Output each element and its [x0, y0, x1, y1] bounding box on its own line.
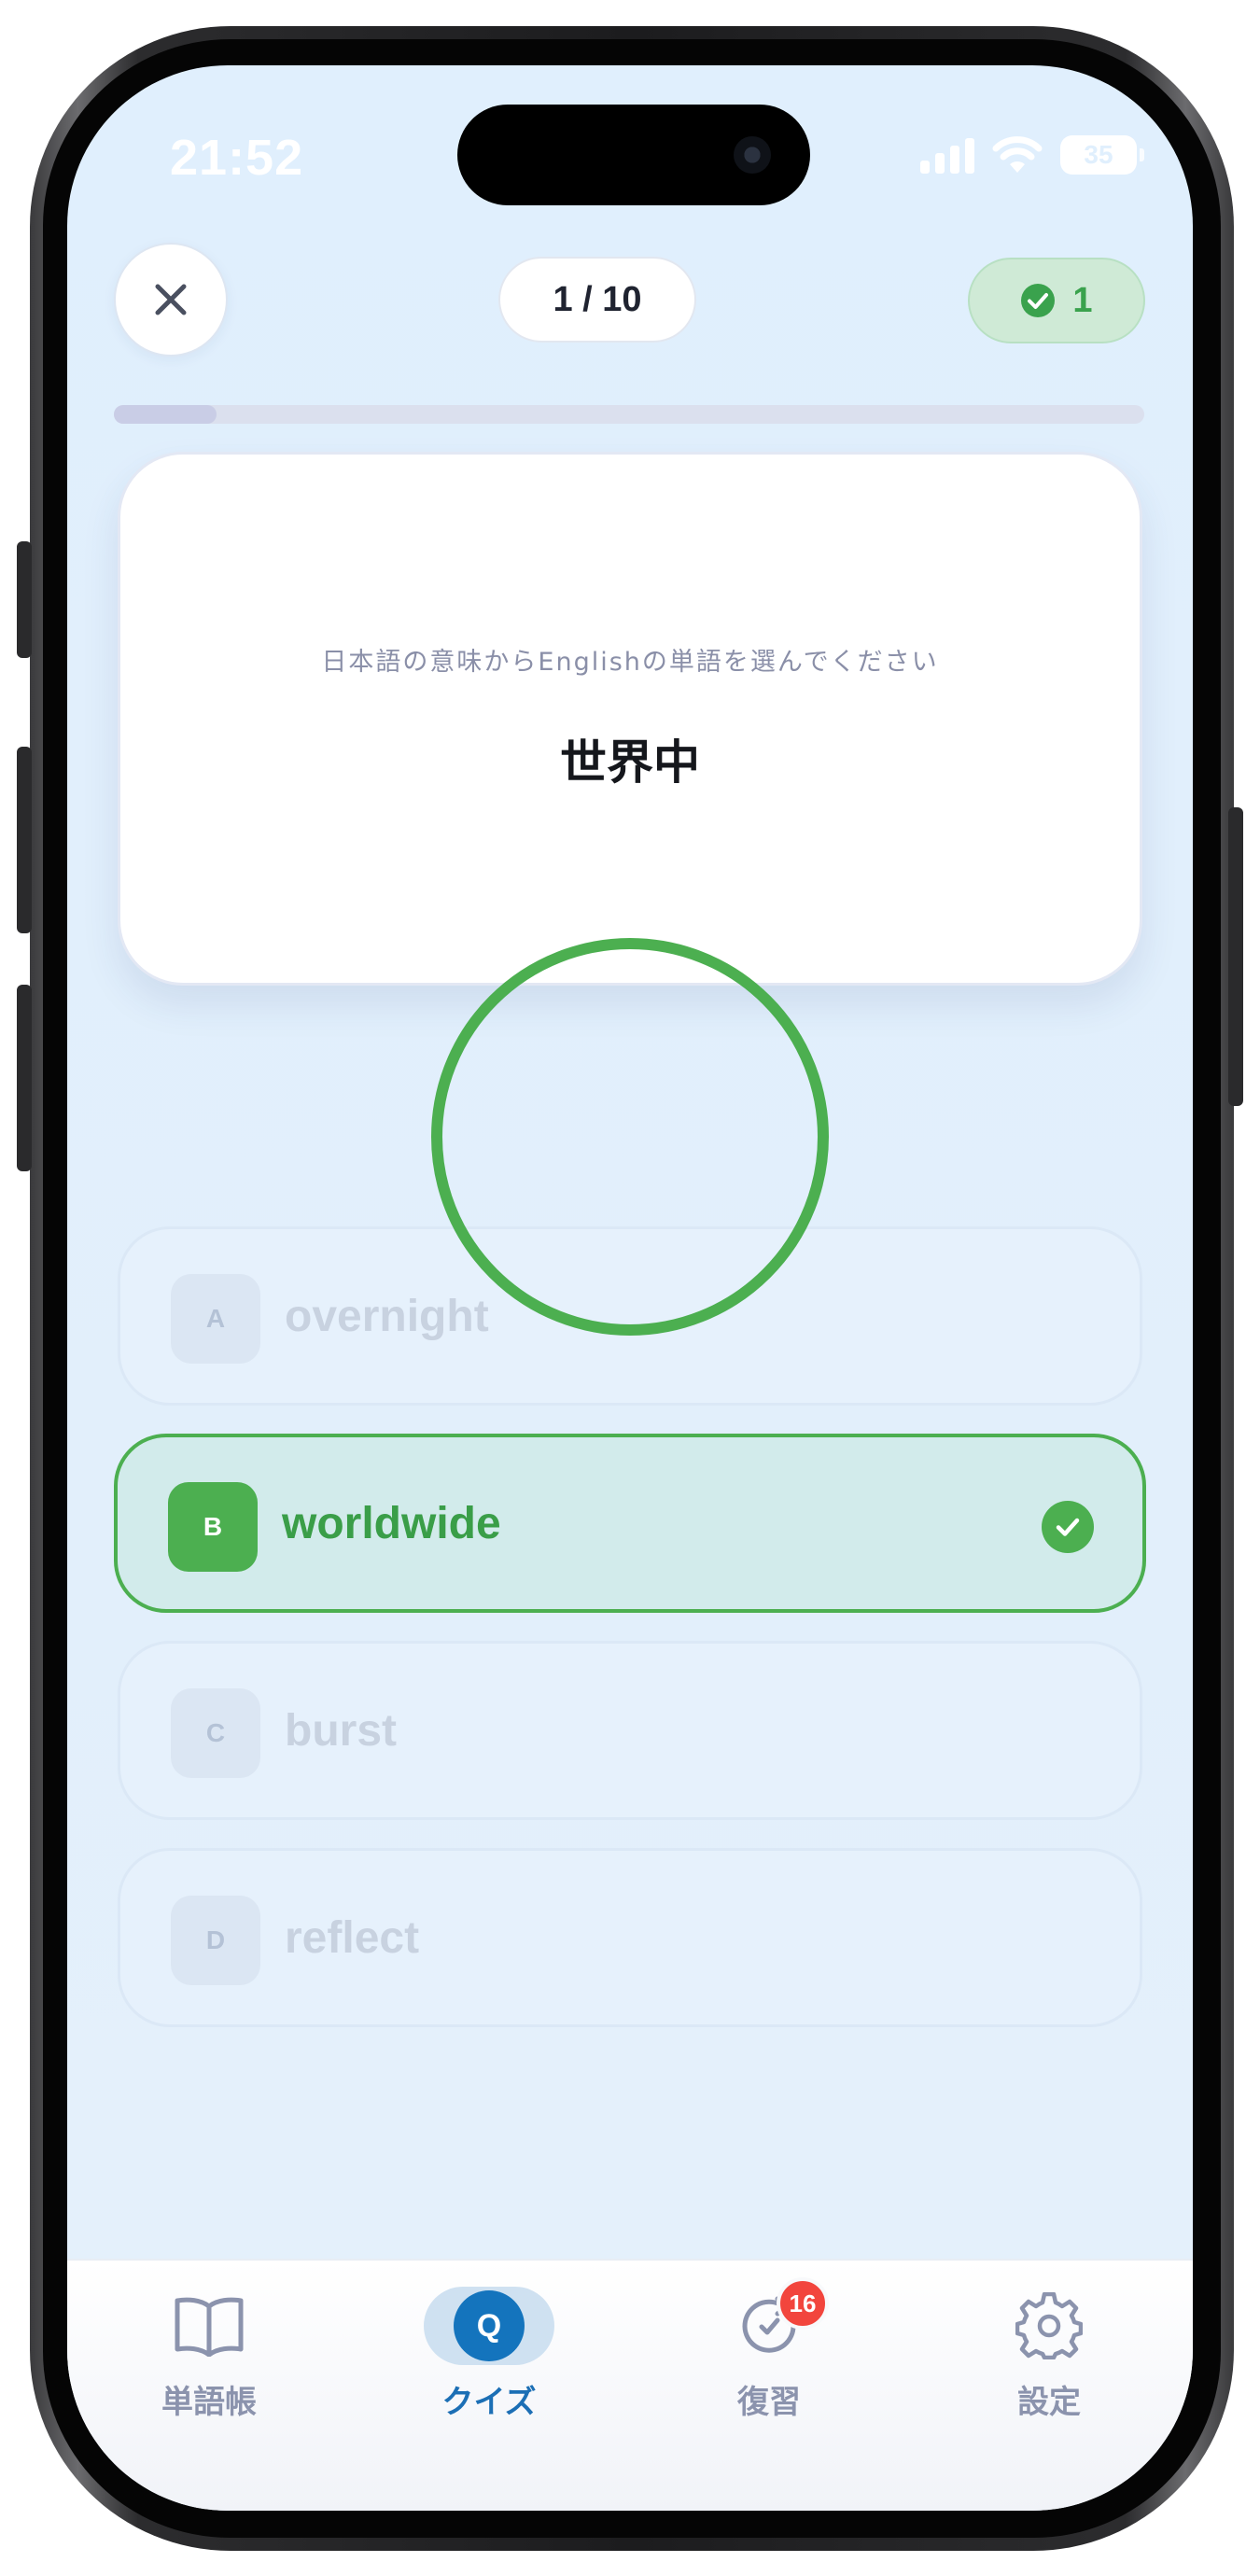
question-card: 日本語の意味からEnglishの単語を選んでください 世界中 — [118, 452, 1142, 986]
correct-feedback-ring — [431, 938, 829, 1336]
power-button — [1228, 807, 1243, 1106]
status-icons: 35 — [920, 134, 1144, 175]
question-word: 世界中 — [560, 735, 700, 790]
cellular-signal-icon — [920, 136, 974, 174]
status-time: 21:52 — [170, 130, 304, 186]
quiz-progress-bar — [114, 405, 1144, 424]
option-text: overnight — [285, 1291, 489, 1341]
wifi-icon — [992, 136, 1043, 173]
option-letter: D — [171, 1896, 260, 1985]
quiz-progress-fill — [114, 405, 217, 424]
option-letter: C — [171, 1688, 260, 1778]
option-text: burst — [285, 1705, 397, 1756]
tab-settings[interactable]: 設定 — [937, 2281, 1161, 2430]
quiz-icon-text: Q — [476, 2307, 502, 2344]
battery-icon: 35 — [1060, 135, 1144, 175]
option-letter: A — [171, 1274, 260, 1364]
option-d[interactable]: D reflect — [118, 1848, 1142, 2027]
correct-count-badge: 1 — [968, 258, 1145, 343]
question-instruction: 日本語の意味からEnglishの単語を選んでください — [321, 648, 939, 677]
question-counter: 1 / 10 — [498, 257, 696, 343]
option-c[interactable]: C burst — [118, 1641, 1142, 1820]
volume-down-button — [17, 985, 32, 1171]
tab-label: 設定 — [1017, 2384, 1081, 2421]
correct-count: 1 — [1072, 280, 1093, 320]
check-circle-icon — [1021, 284, 1056, 317]
dynamic-island — [457, 105, 810, 205]
tab-bar: 単語帳 Q クイズ 16 復習 設定 — [67, 2259, 1193, 2511]
tab-quiz[interactable]: Q クイズ — [377, 2281, 601, 2430]
option-text: reflect — [285, 1912, 420, 1963]
tab-review[interactable]: 16 復習 — [657, 2277, 881, 2430]
quiz-icon: Q — [454, 2290, 525, 2361]
close-icon — [155, 284, 187, 315]
tab-label: 単語帳 — [161, 2384, 257, 2421]
gear-icon — [1015, 2292, 1083, 2359]
battery-level: 35 — [1084, 140, 1113, 169]
close-button[interactable] — [114, 243, 228, 357]
review-count-badge: 16 — [777, 2277, 829, 2330]
tab-label: クイズ — [441, 2384, 537, 2421]
option-b[interactable]: B worldwide — [114, 1434, 1146, 1613]
option-text: worldwide — [282, 1498, 501, 1548]
correct-check-icon — [1042, 1501, 1094, 1553]
tab-label: 復習 — [737, 2384, 801, 2421]
camera-icon — [734, 136, 771, 174]
book-icon — [175, 2297, 244, 2357]
action-button — [17, 541, 32, 658]
screen: 21:52 35 1 / 10 1 日本語の意味からEnglishの単語を選んで… — [67, 65, 1193, 2511]
volume-up-button — [17, 747, 32, 933]
tab-wordbook[interactable]: 単語帳 — [97, 2281, 321, 2430]
option-letter: B — [168, 1482, 258, 1572]
question-counter-text: 1 / 10 — [553, 279, 642, 319]
